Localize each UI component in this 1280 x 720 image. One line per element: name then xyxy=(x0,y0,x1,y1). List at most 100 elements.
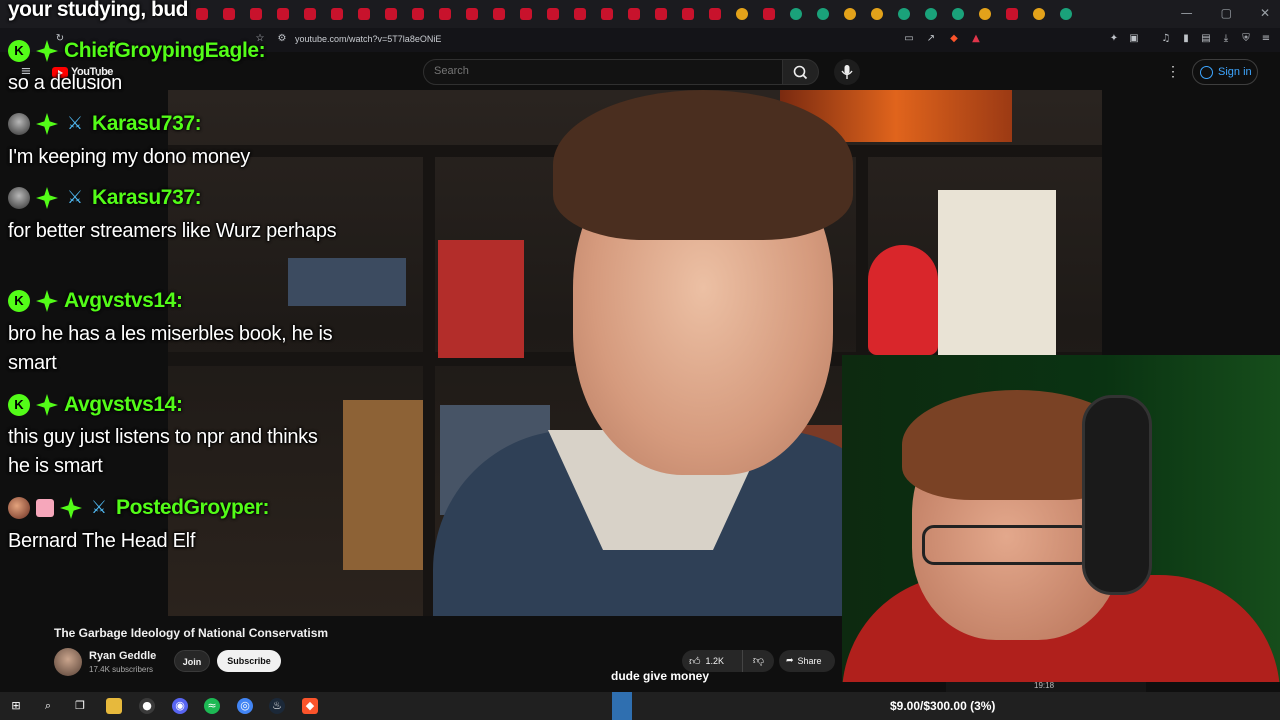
browser-tab[interactable] xyxy=(520,8,532,20)
browser-tab[interactable] xyxy=(1060,8,1072,20)
search-taskbar-icon[interactable]: ⌕ xyxy=(40,698,56,714)
chat-username: ChiefGroypingEagle: xyxy=(64,39,266,62)
browser-tab[interactable] xyxy=(466,8,478,20)
chat-message-header: ⚔ PostedGroyper: xyxy=(8,496,270,520)
tab-search-icon[interactable]: ▣ xyxy=(1128,33,1140,45)
browser-tab[interactable] xyxy=(493,8,505,20)
browser-menu-icon[interactable]: ≡ xyxy=(1260,33,1272,45)
start-icon[interactable]: ⊞ xyxy=(8,698,24,714)
sword-badge-icon: ⚔ xyxy=(66,187,84,208)
browser-tab[interactable] xyxy=(898,8,910,20)
browser-tab[interactable] xyxy=(196,8,208,20)
browser-tab[interactable] xyxy=(439,8,451,20)
diamond-badge-icon xyxy=(60,497,82,519)
discord-icon[interactable]: ◉ xyxy=(172,698,188,714)
task-view-icon[interactable]: ❐ xyxy=(72,698,88,714)
browser-tab[interactable] xyxy=(304,8,316,20)
browser-tab[interactable] xyxy=(979,8,991,20)
brave-rewards-icon[interactable]: ▲ xyxy=(970,33,982,45)
browser-tab[interactable] xyxy=(736,8,748,20)
streamer-facecam xyxy=(842,355,1280,682)
cast-icon[interactable]: ▭ xyxy=(903,33,915,45)
like-count: 1.2K xyxy=(705,656,725,666)
chat-username: Karasu737: xyxy=(92,186,202,209)
chat-username: Avgvstvs14: xyxy=(64,289,183,312)
browser-tab[interactable] xyxy=(412,8,424,20)
chat-message-header: K ChiefGroypingEagle: xyxy=(8,39,266,63)
browser-tab[interactable] xyxy=(277,8,289,20)
browser-tab[interactable] xyxy=(331,8,343,20)
minimize-button[interactable]: — xyxy=(1181,6,1193,20)
chat-message-text: for better streamers like Wurz perhaps xyxy=(8,220,337,242)
subscriber-count: 17.4K subscribers xyxy=(89,665,154,674)
browser-tab[interactable] xyxy=(358,8,370,20)
chat-message-text: I'm keeping my dono money xyxy=(8,146,251,168)
browser-tab[interactable] xyxy=(871,8,883,20)
streamer-glasses xyxy=(922,525,1092,565)
search-box xyxy=(423,59,783,85)
chat-message-text: so a delusion xyxy=(8,72,122,94)
media-control-icon[interactable]: ♫ xyxy=(1160,33,1172,45)
subscribe-button[interactable]: Subscribe xyxy=(217,650,281,672)
browser-tab[interactable] xyxy=(682,8,694,20)
browser-tab[interactable] xyxy=(925,8,937,20)
more-options-icon[interactable]: ⋮ xyxy=(1166,64,1180,78)
browser-tab[interactable] xyxy=(628,8,640,20)
maximize-button[interactable]: ▢ xyxy=(1221,6,1232,20)
browser-tab[interactable] xyxy=(655,8,667,20)
spotify-icon[interactable]: ≈ xyxy=(204,698,220,714)
share-page-icon[interactable]: ↗ xyxy=(925,33,937,45)
chat-previous-message: your studying, bud xyxy=(8,0,189,21)
chat-message-text: this guy just listens to npr and thinks … xyxy=(8,426,318,477)
brave-icon[interactable]: ◆ xyxy=(302,698,318,714)
search-icon xyxy=(793,65,808,80)
share-button[interactable]: ➦ Share xyxy=(779,650,835,672)
search-button[interactable] xyxy=(783,59,819,85)
browser-tab[interactable] xyxy=(223,8,235,20)
sidebar-icon[interactable]: ▮ xyxy=(1180,33,1192,45)
sign-in-button[interactable]: Sign in xyxy=(1192,59,1258,85)
channel-avatar[interactable] xyxy=(54,648,82,676)
browser-tab[interactable] xyxy=(1033,8,1045,20)
diamond-badge-icon xyxy=(36,113,58,135)
windows-taskbar: ⊞ ⌕ ❐ ● ◉ ≈ ◎ ♨ ◆ xyxy=(0,692,1280,720)
mini-time: 19:18 xyxy=(1034,681,1055,690)
voice-search-button[interactable] xyxy=(834,59,860,85)
browser-tab[interactable] xyxy=(709,8,721,20)
browser-tab[interactable] xyxy=(1006,8,1018,20)
dislike-button[interactable]: 👎︎ xyxy=(742,650,774,672)
extensions-icon[interactable]: ✦ xyxy=(1108,33,1120,45)
browser-tab[interactable] xyxy=(763,8,775,20)
browser-tab[interactable] xyxy=(790,8,802,20)
chat-message-header: K Avgvstvs14: xyxy=(8,393,183,417)
thumbs-down-icon: 👎︎ xyxy=(752,654,765,667)
steam-icon[interactable]: ♨ xyxy=(269,698,285,714)
browser-tab[interactable] xyxy=(574,8,586,20)
obs-icon[interactable]: ● xyxy=(139,698,155,714)
brave-shield-icon[interactable]: ◆ xyxy=(948,33,960,45)
close-window-button[interactable]: ✕ xyxy=(1260,6,1270,20)
search-input[interactable] xyxy=(434,65,764,77)
browser-tab[interactable] xyxy=(385,8,397,20)
tab-list xyxy=(196,8,1072,20)
join-button[interactable]: Join xyxy=(174,650,210,672)
wallet-icon[interactable]: ▤ xyxy=(1200,33,1212,45)
browser-tab[interactable] xyxy=(250,8,262,20)
book xyxy=(343,400,423,570)
browser-tab[interactable] xyxy=(547,8,559,20)
browser-tab[interactable] xyxy=(601,8,613,20)
url-field[interactable]: youtube.com/watch?v=5T7la8eONiE xyxy=(295,34,441,44)
channel-name[interactable]: Ryan Geddle xyxy=(89,650,156,662)
chrome-icon[interactable]: ◎ xyxy=(237,698,253,714)
browser-tab[interactable] xyxy=(844,8,856,20)
kick-badge-icon: K xyxy=(8,290,30,312)
browser-tab[interactable] xyxy=(817,8,829,20)
browser-tab[interactable] xyxy=(952,8,964,20)
site-info-icon[interactable]: ⚙ xyxy=(276,33,288,45)
diamond-badge-icon xyxy=(36,40,58,62)
downloads-icon[interactable]: ⤓ xyxy=(1220,33,1232,45)
diamond-badge-icon xyxy=(36,290,58,312)
user-avatar-icon xyxy=(8,497,30,519)
file-explorer-icon[interactable] xyxy=(106,698,122,714)
vpn-icon[interactable]: ⛨ xyxy=(1240,33,1252,45)
